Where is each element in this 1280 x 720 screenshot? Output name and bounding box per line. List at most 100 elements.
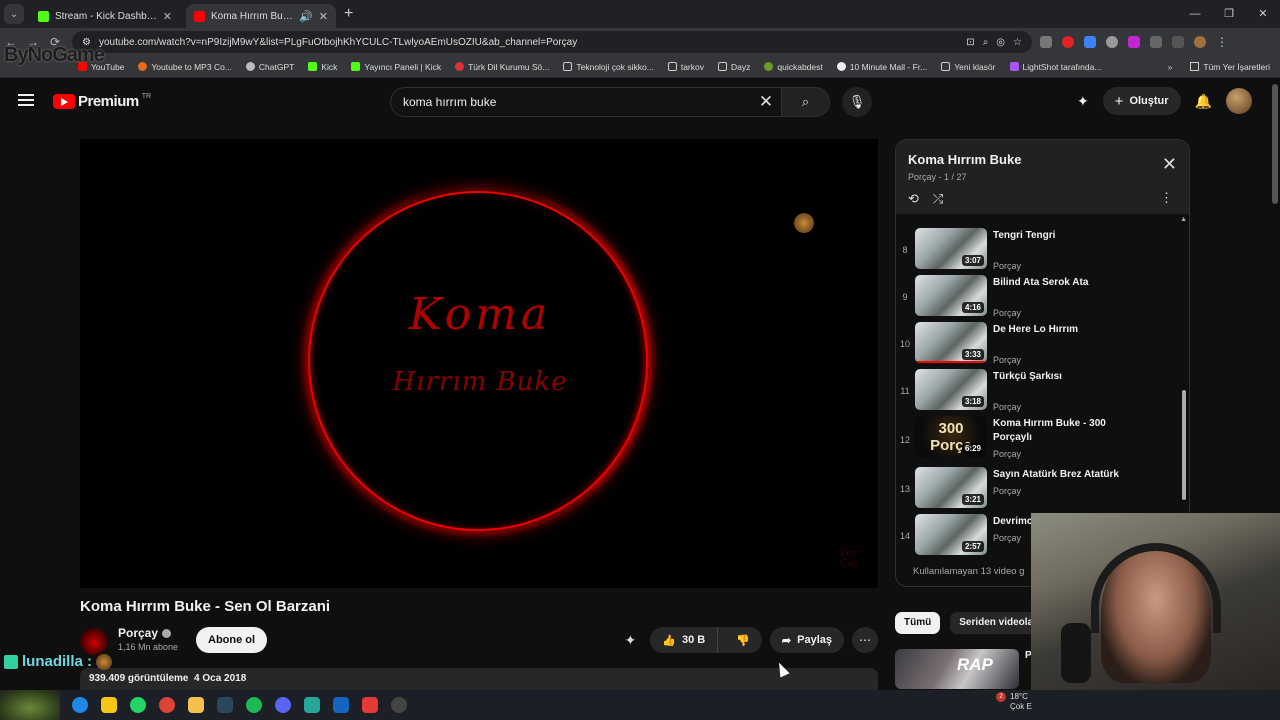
tab-close-icon[interactable]: ✕ [163,10,172,23]
playlist-item[interactable]: 13 3:21 Sayın Atatürk Brez Atatürk Porça… [896,467,1176,511]
speaker-icon[interactable]: 🔊 [299,10,313,23]
file-explorer-icon[interactable] [188,697,204,713]
channel-avatar[interactable] [80,627,108,655]
share-button[interactable]: ➦ Paylaş [769,627,844,653]
channel-name-link[interactable]: Porçay [118,626,172,640]
channel-watermark[interactable]: Por Çay [840,549,859,569]
search-button[interactable]: ⌕ [781,88,829,116]
chrome-icon[interactable] [159,697,175,713]
youtube-play-icon [53,94,75,109]
dislike-button[interactable]: 👎 [724,634,762,647]
notes-icon[interactable] [101,697,117,713]
bookmark-item[interactable]: LightShot tarafında... [1009,62,1101,72]
zoom-icon[interactable]: ⌕ [983,37,989,48]
create-button[interactable]: + Oluştur [1102,87,1181,115]
playlist-more-icon[interactable]: ⋮ [1160,190,1173,206]
playlist-scrollbar[interactable] [1182,220,1186,510]
close-window-button[interactable]: ✕ [1246,0,1280,28]
like-button[interactable]: 👍 30 B [650,627,719,653]
playlist-item[interactable]: 8 3:07 Tengri Tengri Porçay [896,228,1176,272]
acrobat-icon[interactable] [362,697,378,713]
url-text: youtube.com/watch?v=nP9IzijM9wY&list=PLg… [98,36,578,48]
bookmark-item[interactable]: Türk Dil Kurumu Sö... [455,62,549,72]
all-bookmarks[interactable]: » Tüm Yer İşaretleri [1168,62,1270,72]
playlist-item[interactable]: 10 3:33 De Here Lo Hırrım Porçay [896,322,1176,366]
tab-kick-dashboard[interactable]: Stream - Kick Dashboard ✕ [30,4,180,28]
bookmark-folder[interactable]: Yeni klasör [941,62,996,72]
extensions-puzzle-icon[interactable] [1150,36,1162,48]
playlist-title[interactable]: Koma Hırrım Buke [908,152,1177,167]
edge-icon[interactable] [72,697,88,713]
playlist-item[interactable]: 9 4:16 Bilind Ata Serok Ata Porçay [896,275,1176,319]
whatsapp-icon[interactable] [130,697,146,713]
extension-icon[interactable] [1106,36,1118,48]
app-icon[interactable] [333,697,349,713]
video-player[interactable]: Koma Hırrım Buke Por Çay [80,139,878,588]
subscribe-button[interactable]: Abone ol [196,627,268,653]
video-title: Koma Hırrım Buke - Sen Ol Barzani [80,598,331,615]
playlist-item[interactable]: 11 3:18 Türkçü Şarkısı Porçay [896,369,1176,413]
menu-icon[interactable] [18,94,34,109]
notifications-bell-icon[interactable]: 🔔 [1195,93,1212,110]
minimize-button[interactable]: — [1178,0,1212,28]
page-scrollbar[interactable] [1272,84,1278,204]
bookmark-item[interactable]: Kick [308,62,337,72]
new-tab-button[interactable]: + [344,5,353,23]
watch-progress-bar [915,361,987,363]
youtube-logo[interactable]: Premium TR [53,93,151,110]
spotify-icon[interactable] [246,697,262,713]
address-bar[interactable]: ⚙ youtube.com/watch?v=nP9IzijM9wY&list=P… [72,31,1032,53]
browser-menu-icon[interactable]: ⋮ [1216,35,1228,49]
loop-icon[interactable]: ⟲ [908,191,919,207]
maximize-button[interactable]: ❐ [1212,0,1246,28]
extension-icon[interactable] [1062,36,1074,48]
bookmark-item[interactable]: ChatGPT [245,62,294,72]
ai-sparkle-icon[interactable]: ✦ [1077,93,1089,110]
account-avatar[interactable] [1226,88,1252,114]
thumbs-down-icon: 👎 [736,634,750,647]
extension-icon[interactable] [1084,36,1096,48]
chip-all[interactable]: Tümü [895,612,941,634]
tab-search-button[interactable]: ⌄ [4,4,24,24]
bookmark-star-icon[interactable]: ☆ [1013,37,1022,48]
more-actions-button[interactable]: ⋯ [852,627,878,653]
description-box[interactable]: 939.409 görüntüleme 4 Oca 2018 [80,668,878,690]
profile-avatar[interactable] [1194,36,1206,48]
clear-search-icon[interactable]: ✕ [751,92,781,112]
eye-off-icon[interactable]: ◎ [996,37,1005,48]
search-input[interactable]: koma hırrım buke [403,95,751,109]
bookmark-item[interactable]: Youtube to MP3 Co... [138,62,232,72]
ai-sparkle-icon[interactable]: ✦ [625,632,637,649]
playlist-item[interactable]: 12 300 Porça 6:29 Koma Hırrım Buke - 300 … [896,416,1176,464]
reading-list-icon[interactable] [1172,36,1184,48]
address-toolbar: ← → ⟳ ⚙ youtube.com/watch?v=nP9IzijM9wY&… [0,28,1280,56]
scrollbar-thumb[interactable] [1182,390,1186,500]
close-playlist-icon[interactable]: ✕ [1162,154,1177,175]
chat-badge-icon [4,654,18,669]
extension-icon[interactable] [1128,36,1140,48]
discord-icon[interactable] [275,697,291,713]
youtube-favicon-icon [194,10,205,22]
bookmark-item[interactable]: quickabdest [764,62,823,72]
related-filter-chips: Tümü Seriden videolar [895,612,1047,634]
tab-youtube-video[interactable]: Koma Hırrım Buke - Sen Ol 🔊 ✕ [186,4,336,28]
app-icon[interactable] [304,697,320,713]
bookmark-item[interactable]: 10 Minute Mail - Fr... [836,62,927,72]
playlist-controls: ⟲ ⤮ [908,191,1177,207]
extension-icon[interactable] [1040,36,1052,48]
obs-icon[interactable] [391,697,407,713]
subscriber-count: 1,16 Mn abone [118,642,179,652]
bookmark-folder[interactable]: Teknoloji çok sikko... [563,62,654,72]
steam-icon[interactable] [217,697,233,713]
shuffle-icon[interactable]: ⤮ [933,191,943,207]
folder-icon [1190,62,1200,71]
install-app-icon[interactable]: ⊡ [966,37,974,48]
bookmark-folder[interactable]: tarkov [667,62,704,72]
bookmark-folder[interactable]: Dayz [718,62,750,72]
bookmark-item[interactable]: Yayıncı Paneli | Kick [351,62,441,72]
weather-widget[interactable]: 18°C Çok E [1010,692,1032,712]
video-actions: ✦ 👍 30 B 👎 ➦ Paylaş ⋯ [625,627,878,653]
voice-search-button[interactable]: 🎙 [842,87,872,117]
tab-close-icon[interactable]: ✕ [319,10,328,23]
recommended-thumbnail[interactable]: RAP [895,649,1019,689]
